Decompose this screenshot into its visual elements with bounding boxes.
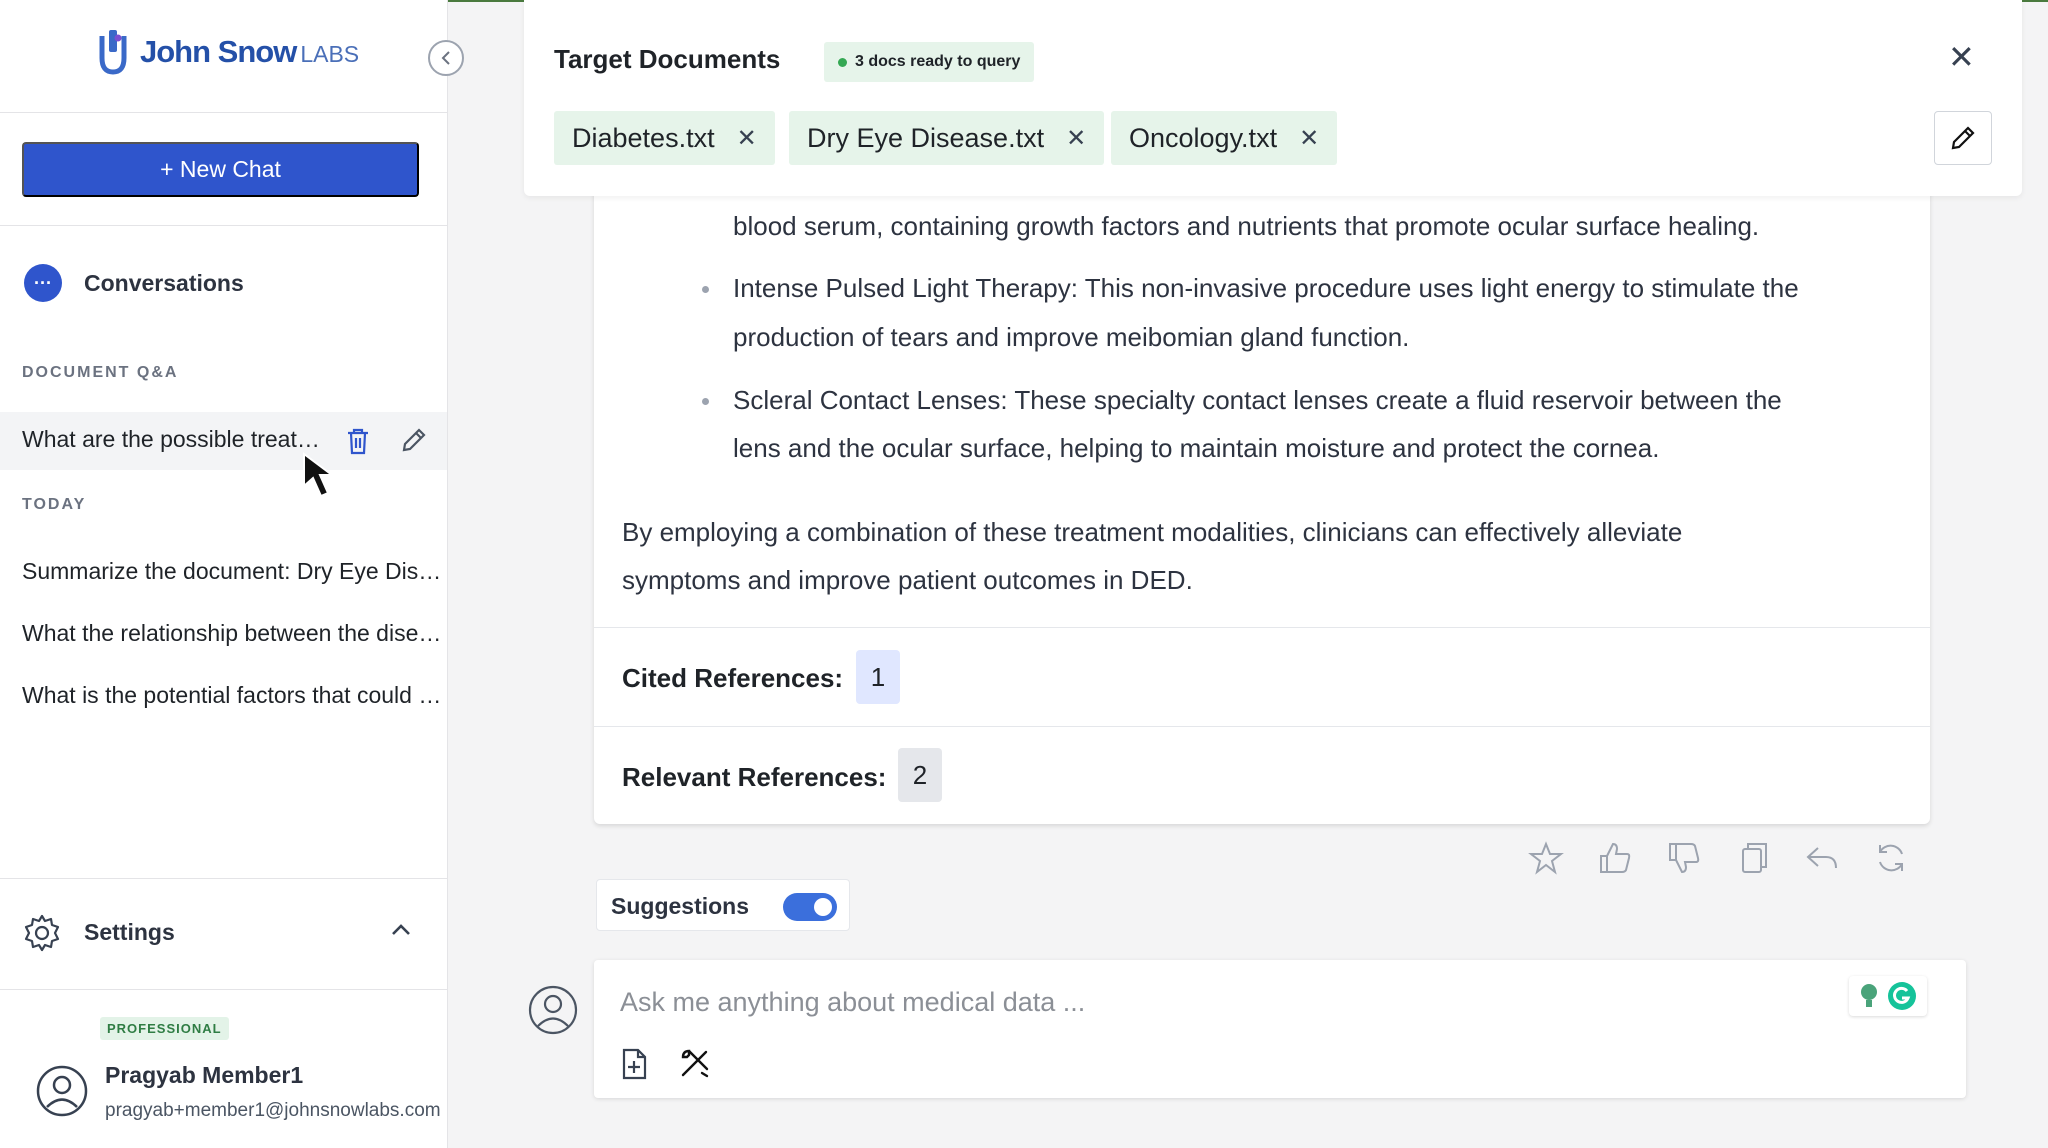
new-chat-button[interactable]: + New Chat — [22, 142, 419, 197]
response-text: By employing a combination of these trea… — [622, 517, 1683, 547]
section-today: TODAY — [22, 496, 87, 513]
chat-input-box — [594, 960, 1966, 1098]
remove-document-icon[interactable]: ✕ — [1066, 124, 1086, 153]
user-name: Pragyab Member1 — [105, 1062, 304, 1088]
divider — [594, 726, 1930, 727]
bullet — [702, 286, 709, 293]
add-document-icon[interactable] — [620, 1048, 648, 1080]
edit-pencil-icon — [1951, 126, 1975, 150]
chevron-up-icon[interactable] — [390, 923, 412, 937]
chat-item-active[interactable]: What are the possible treatment options … — [0, 412, 447, 470]
close-icon[interactable]: ✕ — [1948, 38, 1975, 76]
cited-references-count[interactable]: 1 — [856, 650, 900, 704]
status-badge: 3 docs ready to query — [824, 42, 1035, 82]
chat-item[interactable]: What the relationship between the diseas… — [22, 620, 442, 647]
user-avatar-icon[interactable] — [35, 1064, 89, 1118]
gear-icon — [24, 914, 60, 952]
chat-item-label: What are the possible treatment options … — [22, 426, 332, 452]
reply-icon[interactable] — [1804, 840, 1840, 876]
edit-pencil-icon[interactable] — [400, 426, 428, 454]
document-chip-label: Diabetes.txt — [572, 122, 715, 153]
copy-icon[interactable] — [1735, 840, 1771, 876]
response-text: blood serum, containing growth factors a… — [733, 211, 1760, 241]
response-text: symptoms and improve patient outcomes in… — [622, 565, 1193, 595]
divider — [0, 112, 448, 113]
section-document-qa: DOCUMENT Q&A — [22, 364, 179, 381]
logo-icon — [99, 30, 127, 75]
response-text: Intense Pulsed Light Therapy: This non-i… — [733, 273, 1799, 303]
remove-document-icon[interactable]: ✕ — [737, 124, 757, 153]
settings-label: Settings — [84, 919, 175, 945]
divider — [0, 225, 448, 226]
mouse-cursor — [302, 452, 344, 505]
document-chip[interactable]: Diabetes.txt ✕ — [554, 111, 775, 165]
relevant-references-label: Relevant References: — [622, 762, 887, 792]
cited-references-label: Cited References: — [622, 663, 844, 693]
chevron-left-icon — [441, 51, 450, 65]
suggestions-control: Suggestions — [596, 879, 850, 931]
user-avatar-icon — [528, 985, 578, 1035]
lightbulb-icon — [1861, 984, 1877, 1007]
document-chip-label: Oncology.txt — [1129, 122, 1278, 153]
chat-item[interactable]: What is the potential factors that could… — [22, 682, 442, 709]
thumbs-up-icon[interactable] — [1597, 840, 1633, 876]
grammarly-widget[interactable] — [1849, 976, 1927, 1016]
tools-icon[interactable] — [678, 1046, 712, 1080]
document-chip[interactable]: Oncology.txt ✕ — [1111, 111, 1338, 165]
logo-suffix: LABS — [300, 41, 360, 67]
remove-document-icon[interactable]: ✕ — [1299, 124, 1319, 153]
response-text: Scleral Contact Lenses: These specialty … — [733, 385, 1782, 415]
grammarly-icon — [1888, 982, 1916, 1010]
collapse-sidebar-button[interactable] — [428, 40, 464, 76]
relevant-references-count[interactable]: 2 — [898, 748, 942, 802]
target-documents-panel: Target Documents 3 docs ready to query ✕… — [524, 0, 2022, 196]
edit-documents-button[interactable] — [1934, 111, 1992, 165]
document-chip-label: Dry Eye Disease.txt — [807, 122, 1045, 153]
star-icon[interactable] — [1528, 840, 1564, 876]
conversations-label: Conversations — [84, 269, 244, 296]
bullet — [702, 398, 709, 405]
chat-bubble-icon: ··· — [24, 264, 62, 302]
response-card: blood serum, containing growth factors a… — [594, 150, 1930, 824]
logo-name: John Snow — [140, 34, 297, 69]
divider — [594, 627, 1930, 628]
status-dot-icon — [838, 57, 847, 67]
settings-section[interactable]: Settings — [0, 878, 447, 990]
message-actions — [1528, 840, 1909, 876]
brand-logo[interactable]: John Snow LABS — [96, 28, 359, 76]
conversations-header: ··· Conversations — [24, 264, 244, 302]
suggestions-toggle[interactable] — [783, 893, 837, 921]
suggestions-label: Suggestions — [611, 893, 750, 919]
target-documents-title: Target Documents — [554, 44, 781, 74]
document-chip[interactable]: Dry Eye Disease.txt ✕ — [789, 111, 1105, 165]
response-text: lens and the ocular surface, helping to … — [733, 433, 1660, 463]
status-text: 3 docs ready to query — [855, 53, 1021, 70]
chat-item[interactable]: Summarize the document: Dry Eye Disease.… — [22, 558, 442, 585]
trash-icon[interactable] — [345, 426, 371, 456]
response-text: production of tears and improve meibomia… — [733, 322, 1410, 352]
thumbs-down-icon[interactable] — [1666, 840, 1702, 876]
chat-input[interactable] — [620, 982, 1820, 1022]
cursor-arrow-icon — [303, 452, 335, 498]
user-email: pragyab+member1@johnsnowlabs.com — [105, 1100, 441, 1121]
sidebar: John Snow LABS + New Chat ··· Conversatio… — [0, 0, 448, 1148]
regenerate-icon[interactable] — [1873, 840, 1909, 876]
plan-badge: PROFESSIONAL — [100, 1017, 229, 1040]
